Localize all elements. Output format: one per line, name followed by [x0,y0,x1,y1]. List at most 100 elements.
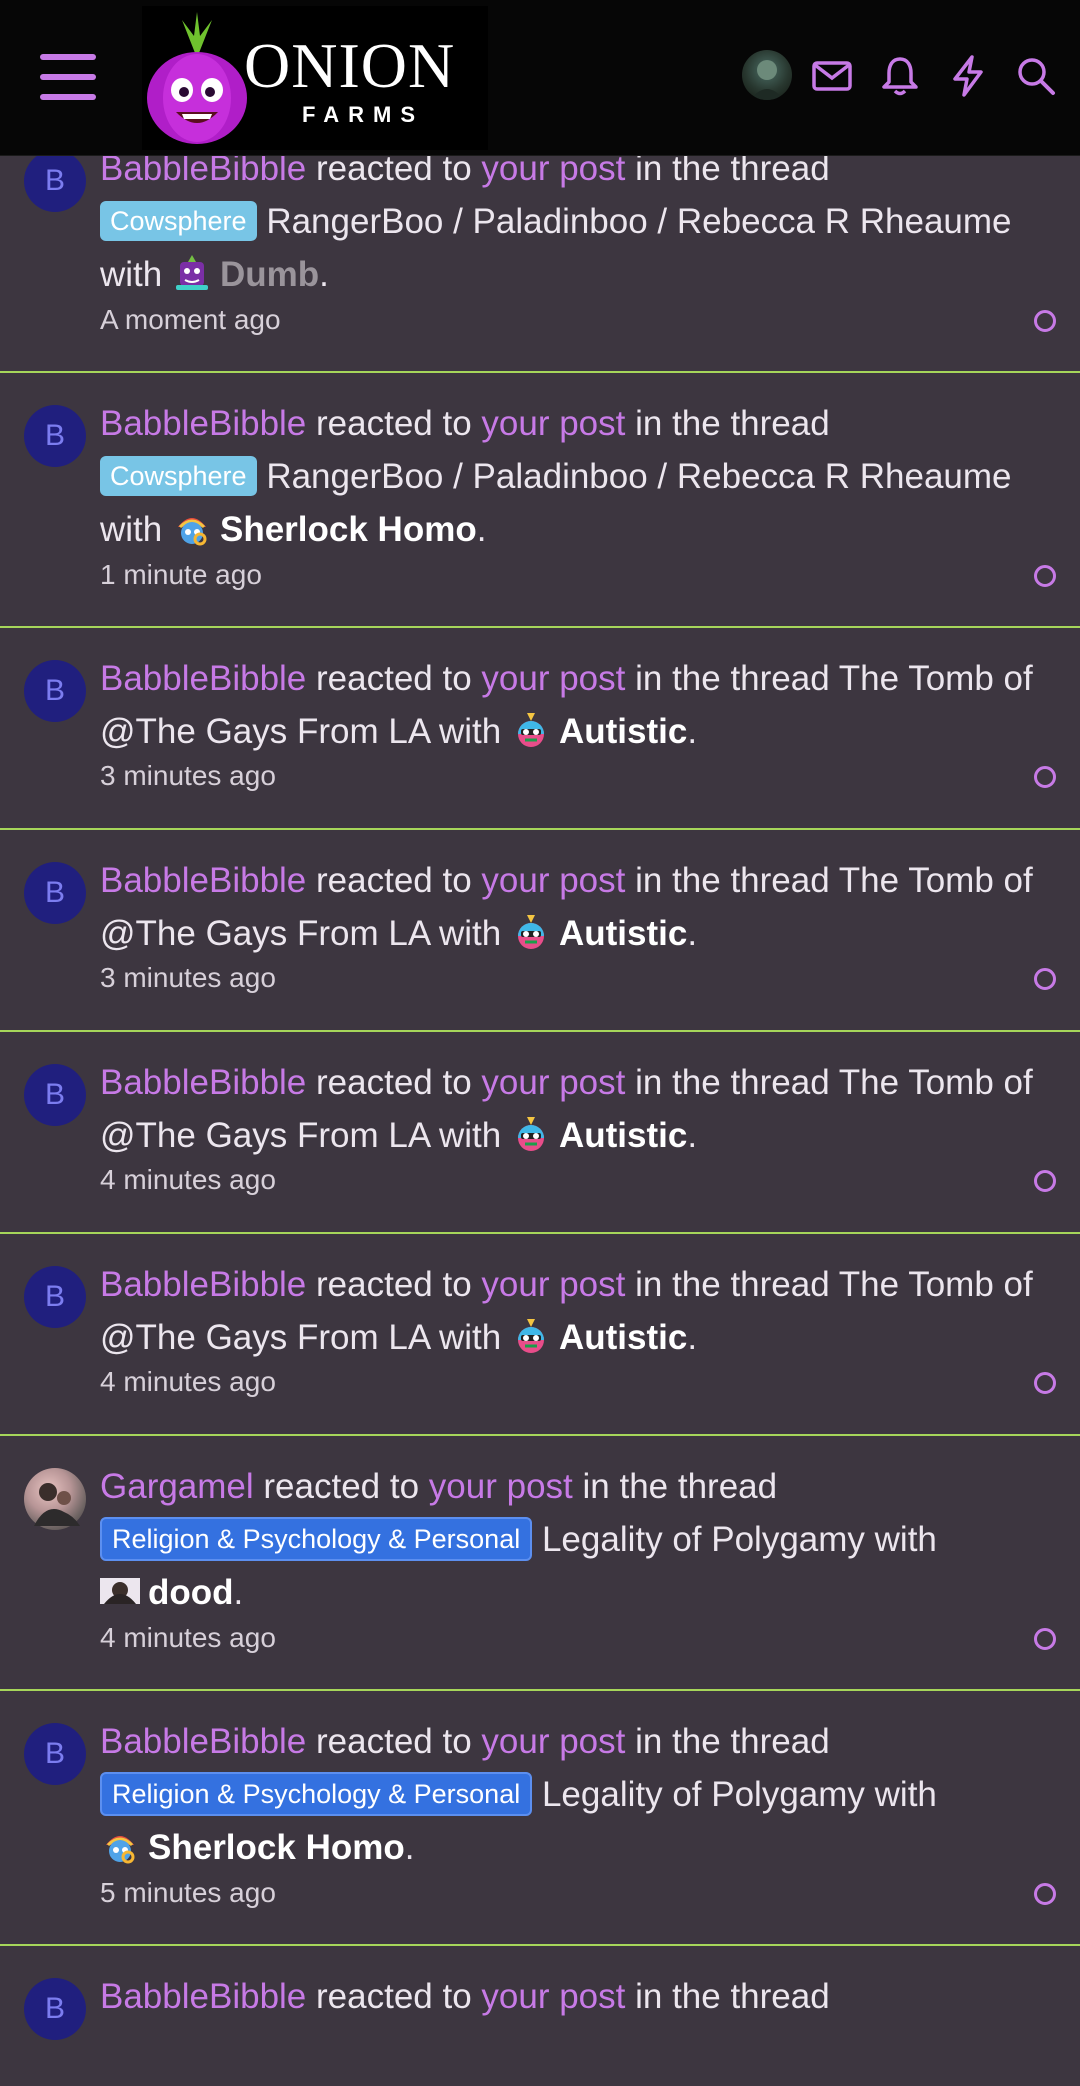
alert-with: with [438,1318,502,1357]
reaction-sherlock-icon [172,507,212,547]
reaction-name[interactable]: dood [148,1573,234,1612]
avatar[interactable]: B [24,1978,86,2040]
post-link[interactable]: your post [481,1977,625,2016]
alert-with: with [874,1775,937,1814]
mark-read-toggle[interactable] [1034,565,1056,587]
alert-time: 4 minutes ago [100,1622,276,1653]
thread-title[interactable]: RangerBoo / Paladinboo / Rebecca R Rheau… [266,457,1011,496]
alert-text: BabbleBibble reacted to your post in the… [100,1265,1033,1357]
site-header: ONION FARMS [0,0,1080,156]
avatar[interactable] [24,1468,86,1530]
envelope-icon[interactable] [810,54,854,98]
alert-verb: reacted to [316,404,472,443]
alert-with: with [438,914,502,953]
thread-title[interactable]: Legality of Polygamy [542,1520,865,1559]
avatar[interactable]: B [24,1064,86,1126]
thread-prefix-tag[interactable]: Religion & Psychology & Personal [100,1517,533,1561]
alert-mid: in the thread [635,1722,830,1761]
avatar[interactable]: B [24,150,86,212]
alert-with: with [874,1520,937,1559]
menu-icon[interactable] [40,54,96,100]
reaction-name[interactable]: Autistic [559,1318,687,1357]
thread-title[interactable]: Legality of Polygamy [542,1775,865,1814]
thread-prefix-tag[interactable]: Religion & Psychology & Personal [100,1772,533,1816]
avatar-letter: B [44,674,65,707]
alert-item[interactable]: B BabbleBibble reacted to your post in t… [0,1691,1080,1946]
username-link[interactable]: BabbleBibble [100,861,306,900]
alert-item[interactable]: B BabbleBibble reacted to your post in t… [0,373,1080,628]
avatar[interactable]: B [24,1266,86,1328]
reaction-name[interactable]: Sherlock Homo [148,1828,405,1867]
mark-read-toggle[interactable] [1034,1170,1056,1192]
site-logo[interactable]: ONION FARMS [142,6,488,150]
thread-title[interactable]: RangerBoo / Paladinboo / Rebecca R Rheau… [266,202,1011,241]
username-link[interactable]: BabbleBibble [100,659,306,698]
avatar-letter: B [44,1280,65,1313]
reaction-dumb-icon [172,252,212,292]
mark-read-toggle[interactable] [1034,968,1056,990]
alert-mid: in the thread [635,404,830,443]
username-link[interactable]: BabbleBibble [100,404,306,443]
reaction-name[interactable]: Autistic [559,1116,687,1155]
bell-icon[interactable] [878,54,922,98]
alert-item[interactable]: Gargamel reacted to your post in the thr… [0,1436,1080,1691]
username-link[interactable]: Gargamel [100,1467,254,1506]
reaction-name[interactable]: Dumb [220,255,319,294]
username-link[interactable]: BabbleBibble [100,1977,306,2016]
alert-with: with [100,255,163,294]
alert-verb: reacted to [263,1467,420,1506]
alert-mid: in the thread [635,659,830,698]
post-link[interactable]: your post [481,1265,625,1304]
reaction-name[interactable]: Autistic [559,914,687,953]
alert-verb: reacted to [316,1265,472,1304]
alert-mid: in the thread [635,861,830,900]
thread-prefix-tag[interactable]: Cowsphere [100,201,257,241]
lightning-bolt-icon[interactable] [946,54,990,98]
avatar-letter: B [44,1992,65,2025]
post-link[interactable]: your post [481,659,625,698]
avatar[interactable]: B [24,1723,86,1785]
alert-item[interactable]: B BabbleBibble reacted to your post in t… [0,830,1080,1032]
mark-read-toggle[interactable] [1034,766,1056,788]
avatar[interactable]: B [24,862,86,924]
mark-read-toggle[interactable] [1034,1628,1056,1650]
alert-mid: in the thread [635,1265,830,1304]
account-avatar[interactable] [742,50,792,100]
avatar-letter: B [44,419,65,452]
alert-item[interactable]: B BabbleBibble reacted to your post in t… [0,1946,1080,2086]
alert-text: BabbleBibble reacted to your post in the… [100,149,1012,294]
alert-mid: in the thread [635,1063,830,1102]
post-link[interactable]: your post [481,861,625,900]
mark-read-toggle[interactable] [1034,1372,1056,1394]
mark-read-toggle[interactable] [1034,1883,1056,1905]
reaction-name[interactable]: Sherlock Homo [220,510,477,549]
reaction-name[interactable]: Autistic [559,712,687,751]
alert-item[interactable]: B BabbleBibble reacted to your post in t… [0,1032,1080,1234]
alert-text: BabbleBibble reacted to your post in the… [100,659,1033,751]
username-link[interactable]: BabbleBibble [100,1063,306,1102]
search-icon[interactable] [1014,54,1058,98]
alert-item[interactable]: B BabbleBibble reacted to your post in t… [0,628,1080,830]
reaction-autistic-icon [511,911,551,951]
post-link[interactable]: your post [429,1467,573,1506]
avatar-letter: B [44,876,65,909]
alert-with: with [438,1116,502,1155]
user-photo-icon [34,1483,80,1526]
alert-verb: reacted to [316,1722,472,1761]
post-link[interactable]: your post [481,404,625,443]
alert-time: 3 minutes ago [100,760,276,791]
alert-verb: reacted to [316,659,472,698]
reaction-dood-icon [100,1570,140,1610]
alert-time: 1 minute ago [100,559,262,590]
thread-prefix-tag[interactable]: Cowsphere [100,456,257,496]
alert-item[interactable]: B BabbleBibble reacted to your post in t… [0,1234,1080,1436]
avatar[interactable]: B [24,405,86,467]
avatar-letter: B [44,1737,65,1770]
avatar[interactable]: B [24,660,86,722]
mark-read-toggle[interactable] [1034,310,1056,332]
username-link[interactable]: BabbleBibble [100,1722,306,1761]
post-link[interactable]: your post [481,1722,625,1761]
alert-time: 3 minutes ago [100,962,276,993]
username-link[interactable]: BabbleBibble [100,1265,306,1304]
post-link[interactable]: your post [481,1063,625,1102]
